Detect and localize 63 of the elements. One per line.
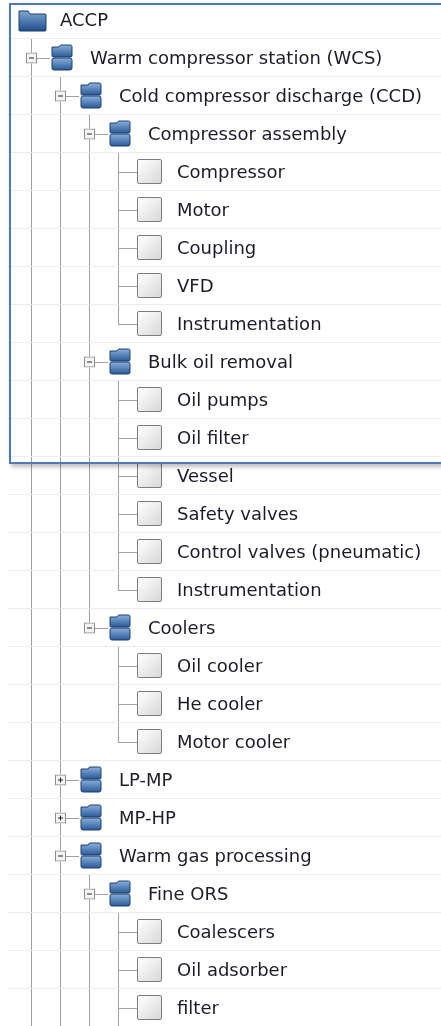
checkbox[interactable]	[137, 463, 162, 488]
collapse-toggle[interactable]	[26, 52, 37, 63]
tree-item[interactable]: Warm gas processing	[119, 842, 312, 869]
tree-item[interactable]: Coupling	[177, 234, 257, 261]
checkbox[interactable]	[137, 387, 162, 412]
tree-item[interactable]: Instrumentation	[177, 576, 322, 603]
tree-item[interactable]: Oil pumps	[177, 386, 269, 413]
collapse-toggle[interactable]	[84, 356, 95, 367]
checkbox[interactable]	[137, 919, 162, 944]
tree-item[interactable]: Instrumentation	[177, 310, 322, 337]
tree-item[interactable]: LP-MP	[119, 766, 173, 793]
collapse-toggle[interactable]	[84, 888, 95, 899]
checkbox[interactable]	[137, 729, 162, 754]
tree-item[interactable]: Vessel	[177, 462, 234, 489]
checkbox[interactable]	[137, 653, 162, 678]
tree-item[interactable]: Cold compressor discharge (CCD)	[119, 82, 423, 109]
database-icon	[109, 880, 131, 907]
checkbox[interactable]	[137, 311, 162, 336]
database-icon	[80, 804, 102, 831]
expand-toggle[interactable]	[55, 812, 66, 823]
checkbox[interactable]	[137, 197, 162, 222]
folder-icon	[18, 7, 47, 32]
tree-item[interactable]: ACCP	[60, 6, 108, 33]
tree-item[interactable]: He cooler	[177, 690, 263, 717]
tree-item[interactable]: Motor cooler	[177, 728, 291, 755]
database-icon	[80, 82, 102, 109]
database-icon	[80, 766, 102, 793]
tree-item[interactable]: MP-HP	[119, 804, 176, 831]
checkbox[interactable]	[137, 995, 162, 1020]
collapse-toggle[interactable]	[84, 128, 95, 139]
database-icon	[109, 348, 131, 375]
tree-item[interactable]: filter	[177, 994, 219, 1021]
collapse-toggle[interactable]	[84, 622, 95, 633]
tree-item[interactable]: Oil cooler	[177, 652, 263, 679]
collapse-toggle[interactable]	[55, 90, 66, 101]
database-icon	[109, 120, 131, 147]
expand-toggle[interactable]	[55, 774, 66, 785]
checkbox[interactable]	[137, 235, 162, 260]
tree-item[interactable]: Bulk oil removal	[148, 348, 293, 375]
tree-item[interactable]: Compressor	[177, 158, 285, 185]
tree-item[interactable]: Warm compressor station (WCS)	[90, 44, 383, 71]
tree-item[interactable]: Coalescers	[177, 918, 275, 945]
checkbox[interactable]	[137, 273, 162, 298]
database-icon	[109, 614, 131, 641]
tree-item[interactable]: Safety valves	[177, 500, 299, 527]
tree-item[interactable]: Fine ORS	[148, 880, 229, 907]
checkbox[interactable]	[137, 425, 162, 450]
checkbox[interactable]	[137, 957, 162, 982]
checkbox[interactable]	[137, 159, 162, 184]
database-icon	[80, 842, 102, 869]
checkbox[interactable]	[137, 539, 162, 564]
tree-item[interactable]: Coolers	[148, 614, 216, 641]
tree-item[interactable]: Control valves (pneumatic)	[177, 538, 422, 565]
tree-item[interactable]: Oil adsorber	[177, 956, 288, 983]
database-icon	[51, 44, 73, 71]
tree-item[interactable]: Oil filter	[177, 424, 249, 451]
tree-item[interactable]: Compressor assembly	[148, 120, 347, 147]
tree-item[interactable]: Motor	[177, 196, 229, 223]
checkbox[interactable]	[137, 577, 162, 602]
checkbox[interactable]	[137, 501, 162, 526]
tree-item[interactable]: VFD	[177, 272, 214, 299]
checkbox[interactable]	[137, 691, 162, 716]
collapse-toggle[interactable]	[55, 850, 66, 861]
